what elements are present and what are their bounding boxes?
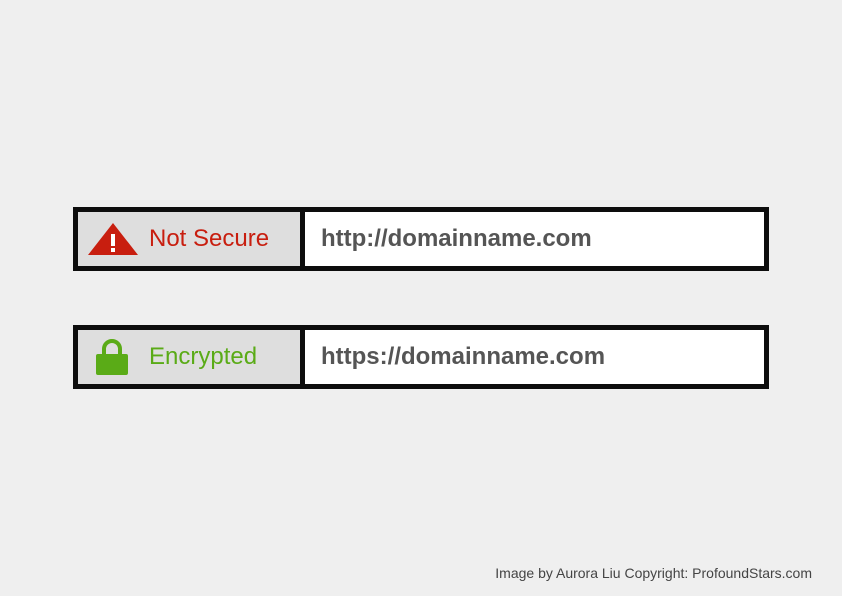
- http-url-text[interactable]: http://domainname.com: [305, 212, 764, 266]
- secure-status-indicator[interactable]: Encrypted: [78, 330, 305, 384]
- not-secure-label: Not Secure: [149, 225, 270, 252]
- secure-address-bar[interactable]: Encrypted https://domainname.com: [73, 325, 769, 389]
- insecure-address-bar[interactable]: Not Secure http://domainname.com: [73, 207, 769, 271]
- padlock-icon: [95, 338, 129, 376]
- https-url-text[interactable]: https://domainname.com: [305, 330, 764, 384]
- warning-triangle-icon: [87, 222, 139, 256]
- insecure-status-indicator[interactable]: Not Secure: [78, 212, 305, 266]
- encrypted-label: Encrypted: [149, 343, 258, 370]
- image-credit: Image by Aurora Liu Copyright: ProfoundS…: [495, 565, 812, 581]
